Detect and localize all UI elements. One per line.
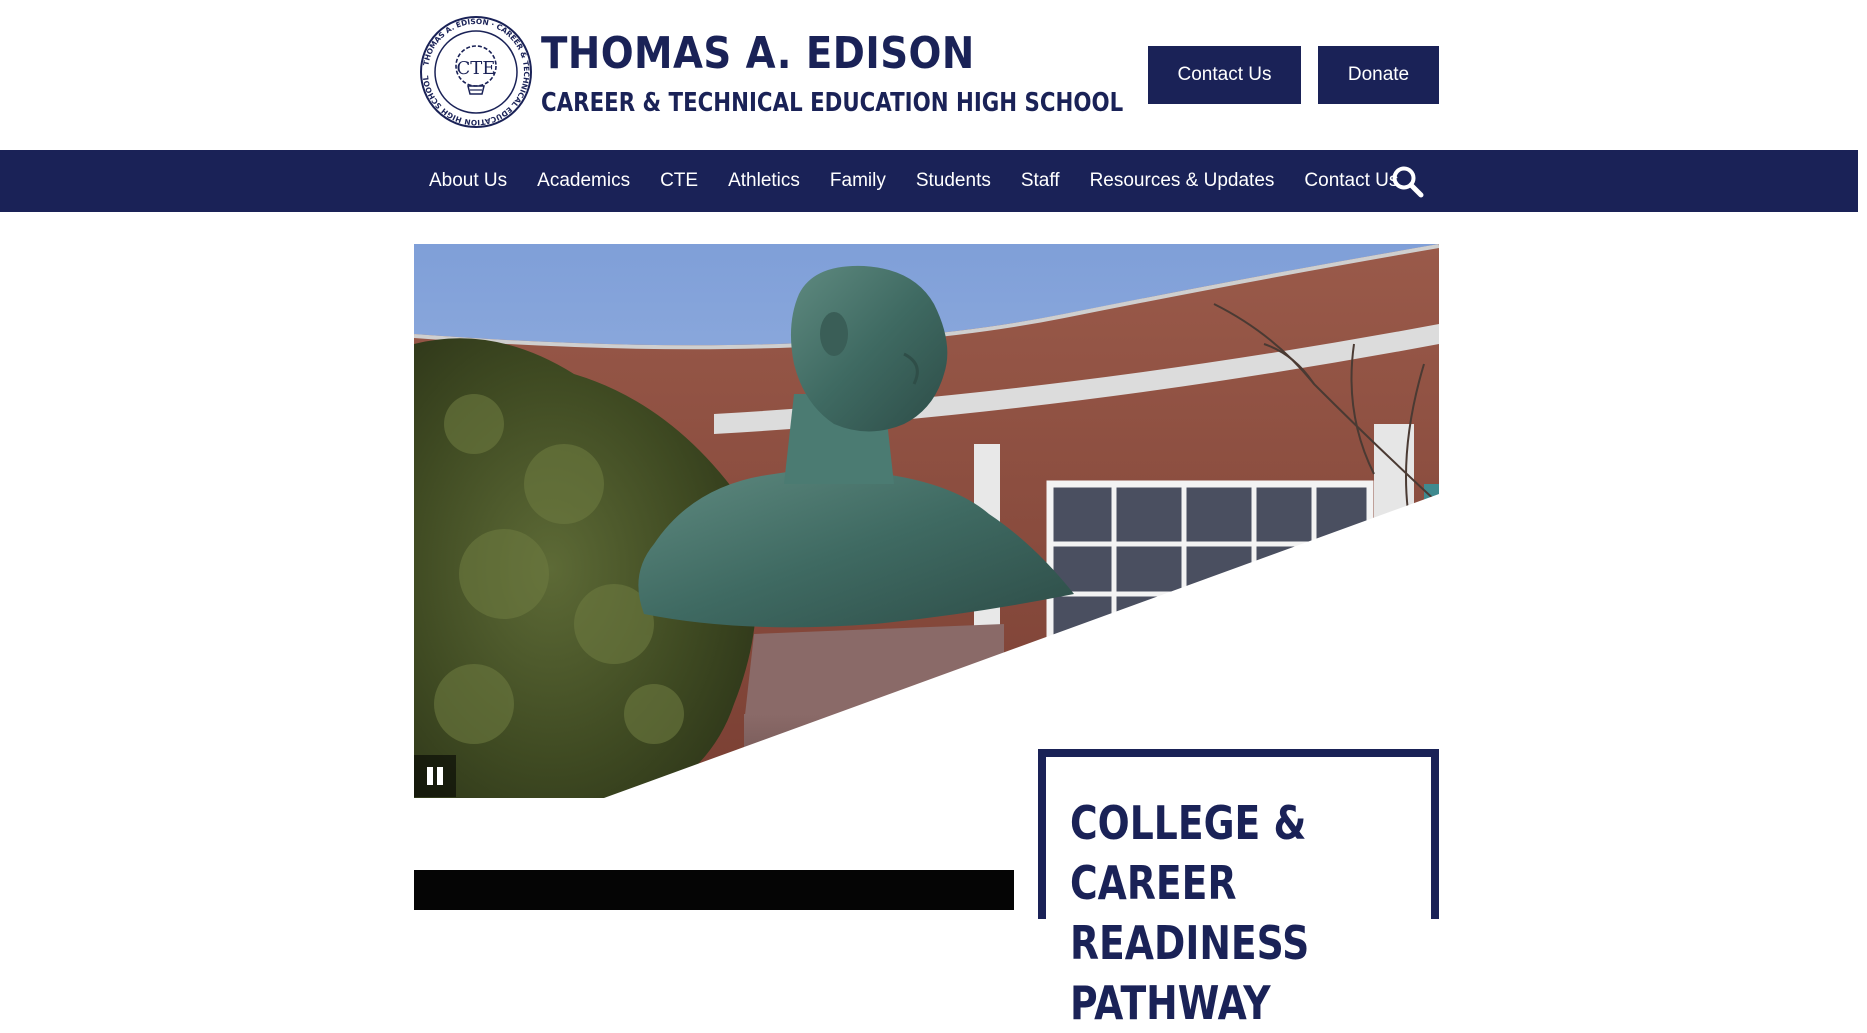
nav-item-resources-updates[interactable]: Resources & Updates	[1075, 150, 1290, 212]
pathway-callout[interactable]: COLLEGE & CAREER READINESS PATHWAY	[1038, 749, 1439, 1030]
page: THOMAS A. EDISON · CAREER & TECHNICAL ED…	[0, 0, 1867, 1030]
main-nav: About Us Academics CTE Athletics Family …	[0, 150, 1858, 212]
nav-item-staff[interactable]: Staff	[1006, 150, 1075, 212]
nav-item-about-us[interactable]: About Us	[414, 150, 522, 212]
school-seal-logo[interactable]: THOMAS A. EDISON · CAREER & TECHNICAL ED…	[418, 14, 534, 130]
video-preview[interactable]	[414, 870, 1014, 910]
nav-item-athletics[interactable]: Athletics	[713, 150, 815, 212]
school-name[interactable]: THOMAS A. EDISON	[541, 28, 975, 79]
site-header: THOMAS A. EDISON · CAREER & TECHNICAL ED…	[0, 0, 1867, 150]
donate-button[interactable]: Donate	[1318, 46, 1439, 104]
nav-item-academics[interactable]: Academics	[522, 150, 645, 212]
edison-bust-photo	[414, 244, 1439, 798]
pause-icon	[427, 767, 433, 785]
nav-item-cte[interactable]: CTE	[645, 150, 713, 212]
school-subtitle[interactable]: CAREER & TECHNICAL EDUCATION HIGH SCHOOL	[541, 88, 1123, 118]
nav-items: About Us Academics CTE Athletics Family …	[414, 150, 1413, 212]
seal-monogram: CTE	[457, 58, 496, 79]
nav-item-students[interactable]: Students	[901, 150, 1006, 212]
hero-slideshow	[414, 244, 1439, 798]
search-icon[interactable]	[1390, 164, 1424, 198]
callout-title: COLLEGE & CAREER READINESS PATHWAY	[1070, 793, 1431, 1033]
pause-icon-bar	[437, 767, 443, 785]
contact-us-button[interactable]: Contact Us	[1148, 46, 1301, 104]
nav-item-family[interactable]: Family	[815, 150, 901, 212]
callout-title-line2: READINESS PATHWAY	[1070, 916, 1310, 1030]
callout-title-line1: COLLEGE & CAREER	[1070, 796, 1307, 910]
slideshow-pause-button[interactable]	[414, 755, 456, 797]
